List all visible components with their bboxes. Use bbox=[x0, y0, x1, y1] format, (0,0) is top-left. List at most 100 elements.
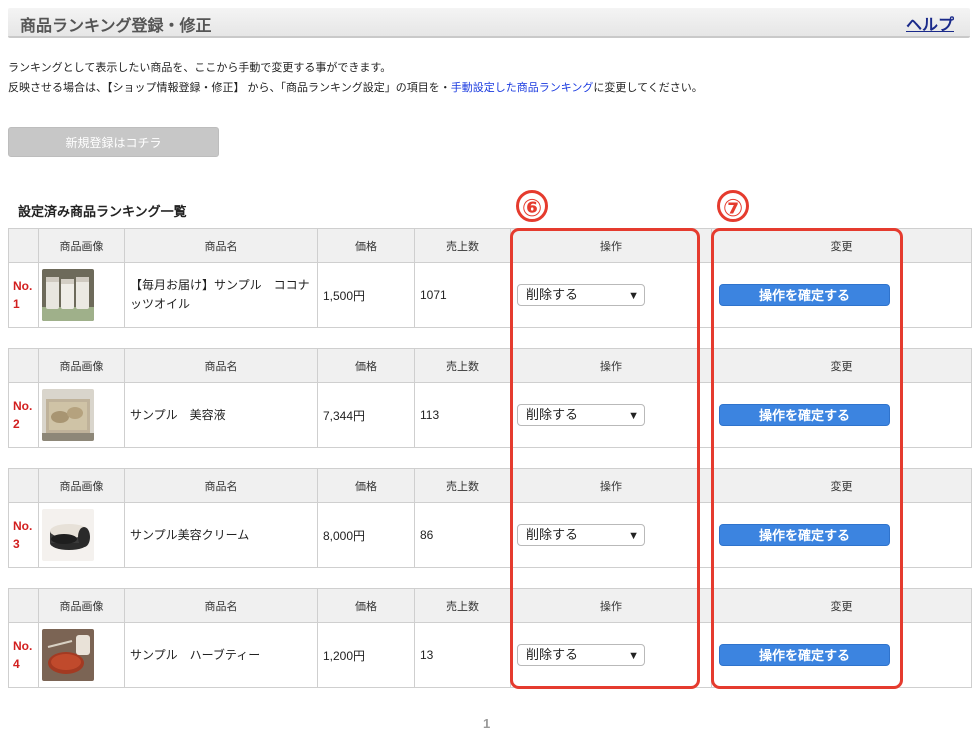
intro-text: ランキングとして表示したい商品を、ここから手動で変更する事ができます。 反映させ… bbox=[8, 58, 968, 98]
operation-select[interactable]: 削除する ▼ bbox=[517, 284, 645, 306]
header-change: 変更 bbox=[711, 228, 972, 263]
header-sales: 売上数 bbox=[414, 348, 511, 383]
header-image: 商品画像 bbox=[38, 228, 125, 263]
product-image-cell bbox=[38, 262, 125, 328]
intro-line-2-suffix: に変更してください。 bbox=[593, 82, 703, 94]
confirm-operation-button[interactable]: 操作を確定する bbox=[719, 524, 890, 546]
table-header-row: 商品画像 商品名 価格 売上数 操作 変更 bbox=[8, 228, 972, 263]
annotation-number-7: ⑦ bbox=[717, 190, 749, 222]
header-operation: 操作 bbox=[510, 588, 712, 623]
operation-cell: 削除する ▼ bbox=[510, 622, 712, 688]
ranking-list-title: 設定済み商品ランキング一覧 bbox=[18, 204, 187, 219]
rank-prefix: No. bbox=[13, 639, 33, 653]
product-thumbnail[interactable] bbox=[42, 389, 94, 441]
product-image-cell bbox=[38, 382, 125, 448]
header-rank-cell bbox=[8, 228, 39, 263]
rank-number: 1 bbox=[13, 297, 20, 311]
operation-select-value: 削除する bbox=[526, 527, 579, 542]
new-register-button[interactable]: 新規登録はコチラ bbox=[8, 127, 219, 157]
header-change: 変更 bbox=[711, 468, 972, 503]
intro-line-2: 反映させる場合は、【ショップ情報登録・修正】 から、「商品ランキング設定」の項目… bbox=[8, 78, 968, 98]
rank-prefix: No. bbox=[13, 519, 33, 533]
header-price: 価格 bbox=[317, 348, 415, 383]
header-image: 商品画像 bbox=[38, 588, 125, 623]
product-sales: 113 bbox=[414, 382, 511, 448]
rank-label: No. 3 bbox=[8, 502, 39, 568]
header-operation: 操作 bbox=[510, 348, 712, 383]
rank-label: No. 4 bbox=[8, 622, 39, 688]
operation-select[interactable]: 削除する ▼ bbox=[517, 404, 645, 426]
pagination-current-page[interactable]: 1 bbox=[483, 716, 490, 731]
header-operation: 操作 bbox=[510, 468, 712, 503]
operation-select-value: 削除する bbox=[526, 647, 579, 662]
table-row: No. 3 サンプル美容クリーム 8,000円 86 削除する ▼ 操作を確定す… bbox=[8, 502, 972, 568]
header-sales: 売上数 bbox=[414, 228, 511, 263]
header-price: 価格 bbox=[317, 588, 415, 623]
chevron-down-icon: ▼ bbox=[628, 410, 639, 422]
operation-select-value: 削除する bbox=[526, 407, 579, 422]
ranking-table: 商品画像 商品名 価格 売上数 操作 変更 No. 1 【毎月お届け】サンプル … bbox=[8, 228, 972, 328]
header-rank-cell bbox=[8, 588, 39, 623]
table-header-row: 商品画像 商品名 価格 売上数 操作 変更 bbox=[8, 348, 972, 383]
ranking-table: 商品画像 商品名 価格 売上数 操作 変更 No. 4 サンプル ハーブティー … bbox=[8, 588, 972, 688]
header-price: 価格 bbox=[317, 228, 415, 263]
product-price: 7,344円 bbox=[317, 382, 415, 448]
product-thumbnail[interactable] bbox=[42, 629, 94, 681]
confirm-operation-button[interactable]: 操作を確定する bbox=[719, 644, 890, 666]
rank-number: 4 bbox=[13, 657, 20, 671]
ranking-table: 商品画像 商品名 価格 売上数 操作 変更 No. 2 サンプル 美容液 7,3… bbox=[8, 348, 972, 448]
change-cell: 操作を確定する bbox=[711, 262, 972, 328]
product-sales: 1071 bbox=[414, 262, 511, 328]
intro-line-1: ランキングとして表示したい商品を、ここから手動で変更する事ができます。 bbox=[8, 62, 392, 74]
header-operation: 操作 bbox=[510, 228, 712, 263]
rank-prefix: No. bbox=[13, 399, 33, 413]
manual-ranking-link[interactable]: 手動設定した商品ランキング bbox=[451, 82, 594, 94]
rank-label: No. 1 bbox=[8, 262, 39, 328]
header-image: 商品画像 bbox=[38, 468, 125, 503]
product-image-cell bbox=[38, 502, 125, 568]
operation-select-value: 削除する bbox=[526, 287, 579, 302]
table-row: No. 2 サンプル 美容液 7,344円 113 削除する ▼ 操作を確定する bbox=[8, 382, 972, 448]
change-cell: 操作を確定する bbox=[711, 622, 972, 688]
header-sales: 売上数 bbox=[414, 468, 511, 503]
page-title: 商品ランキング登録・修正 bbox=[20, 18, 212, 35]
product-price: 1,200円 bbox=[317, 622, 415, 688]
table-row: No. 4 サンプル ハーブティー 1,200円 13 削除する ▼ 操作を確定… bbox=[8, 622, 972, 688]
product-image-cell bbox=[38, 622, 125, 688]
header-change: 変更 bbox=[711, 588, 972, 623]
annotation-number-6: ⑥ bbox=[516, 190, 548, 222]
rank-label: No. 2 bbox=[8, 382, 39, 448]
product-thumbnail[interactable] bbox=[42, 509, 94, 561]
confirm-operation-button[interactable]: 操作を確定する bbox=[719, 284, 890, 306]
confirm-operation-button[interactable]: 操作を確定する bbox=[719, 404, 890, 426]
product-thumbnail[interactable] bbox=[42, 269, 94, 321]
rank-prefix: No. bbox=[13, 279, 33, 293]
operation-cell: 削除する ▼ bbox=[510, 262, 712, 328]
help-link[interactable]: ヘルプ bbox=[906, 11, 954, 35]
header-image: 商品画像 bbox=[38, 348, 125, 383]
header-rank-cell bbox=[8, 348, 39, 383]
change-cell: 操作を確定する bbox=[711, 502, 972, 568]
header-name: 商品名 bbox=[124, 348, 318, 383]
product-name: 【毎月お届け】サンプル ココナッツオイル bbox=[124, 262, 318, 328]
operation-select[interactable]: 削除する ▼ bbox=[517, 524, 645, 546]
header-name: 商品名 bbox=[124, 468, 318, 503]
table-header-row: 商品画像 商品名 価格 売上数 操作 変更 bbox=[8, 588, 972, 623]
header-name: 商品名 bbox=[124, 228, 318, 263]
product-price: 1,500円 bbox=[317, 262, 415, 328]
table-row: No. 1 【毎月お届け】サンプル ココナッツオイル 1,500円 1071 削… bbox=[8, 262, 972, 328]
product-sales: 86 bbox=[414, 502, 511, 568]
header-price: 価格 bbox=[317, 468, 415, 503]
product-price: 8,000円 bbox=[317, 502, 415, 568]
header-change: 変更 bbox=[711, 348, 972, 383]
product-name: サンプル 美容液 bbox=[124, 382, 318, 448]
operation-select[interactable]: 削除する ▼ bbox=[517, 644, 645, 666]
change-cell: 操作を確定する bbox=[711, 382, 972, 448]
product-sales: 13 bbox=[414, 622, 511, 688]
page-header: 商品ランキング登録・修正 ヘルプ bbox=[8, 8, 970, 38]
rank-number: 2 bbox=[13, 417, 20, 431]
header-rank-cell bbox=[8, 468, 39, 503]
header-name: 商品名 bbox=[124, 588, 318, 623]
chevron-down-icon: ▼ bbox=[628, 650, 639, 662]
chevron-down-icon: ▼ bbox=[628, 290, 639, 302]
